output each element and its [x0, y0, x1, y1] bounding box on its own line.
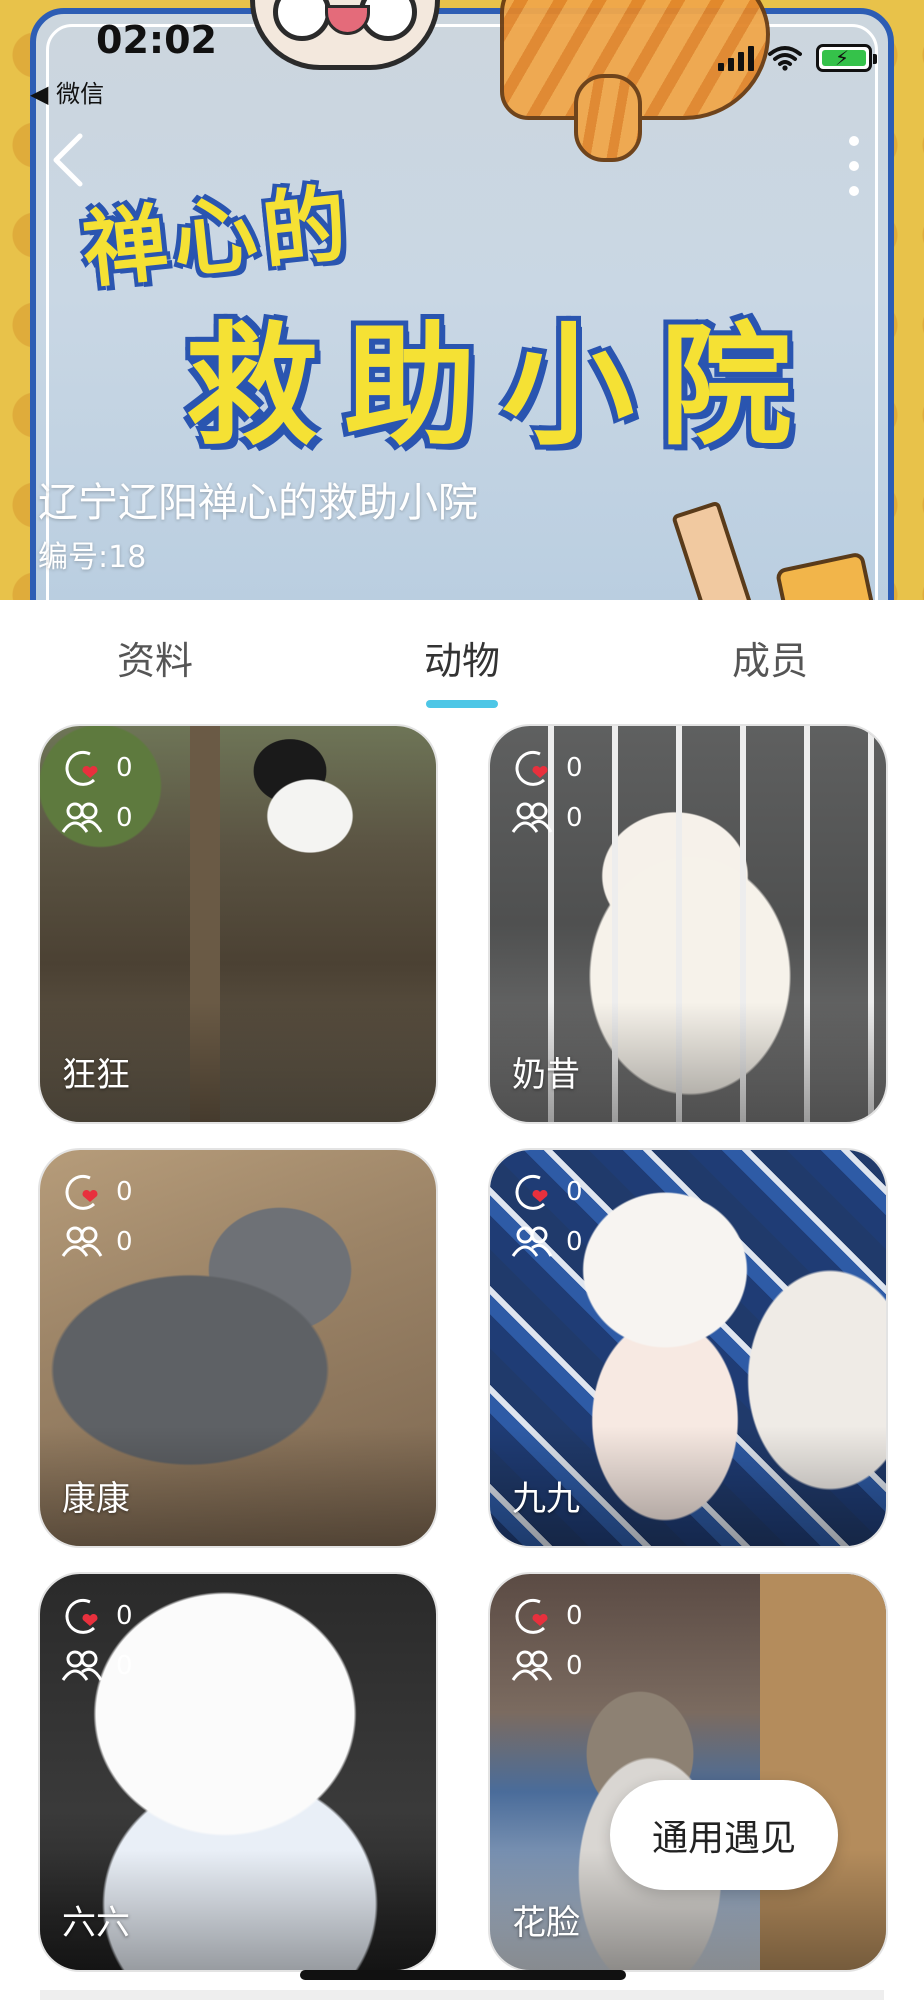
like-count: 0 — [116, 1601, 133, 1631]
like-count: 0 — [116, 1177, 133, 1207]
follower-count: 0 — [566, 1227, 583, 1257]
animal-card[interactable]: 0 0 奶昔 — [490, 726, 886, 1122]
follower-count: 0 — [566, 1651, 583, 1681]
animal-card[interactable]: 0 0 花脸 — [490, 1574, 886, 1970]
follower-stat: 0 — [510, 798, 583, 838]
return-app-label: 微信 — [56, 80, 105, 108]
animal-card[interactable]: 0 0 六六 — [40, 1574, 436, 1970]
animal-name: 奶昔 — [512, 1055, 580, 1095]
shelter-name: 辽宁辽阳禅心的救助小院 — [38, 480, 478, 526]
follower-stat: 0 — [60, 798, 133, 838]
animal-name: 康康 — [62, 1479, 130, 1519]
shelter-code: 编号:18 — [38, 540, 147, 575]
tab-bar: 资料 动物 成员 — [0, 600, 924, 710]
like-count: 0 — [116, 753, 133, 783]
like-stat: 0 — [60, 748, 133, 788]
like-heart-icon — [65, 1174, 98, 1210]
people-icon — [511, 1650, 553, 1681]
animal-name: 九九 — [512, 1479, 580, 1519]
back-arrow-icon[interactable] — [48, 130, 88, 190]
like-stat: 0 — [510, 1172, 583, 1212]
like-heart-icon — [515, 1174, 548, 1210]
animal-card[interactable]: 0 0 康康 — [40, 1150, 436, 1546]
banner-title-big: 救助小院 — [186, 310, 818, 464]
people-icon — [61, 1650, 103, 1681]
like-count: 0 — [566, 1601, 583, 1631]
animal-card[interactable]: 0 0 狂狂 — [40, 726, 436, 1122]
animal-name: 花脸 — [512, 1903, 580, 1943]
people-icon — [61, 1226, 103, 1257]
next-row-peek — [40, 1990, 884, 2000]
like-stat: 0 — [510, 1596, 583, 1636]
people-icon — [511, 1226, 553, 1257]
like-heart-icon — [65, 750, 98, 786]
tab-members[interactable]: 成员 — [690, 630, 850, 685]
signal-icon — [718, 45, 754, 71]
status-time: 02:02 — [96, 18, 217, 62]
people-icon — [61, 802, 103, 833]
like-stat: 0 — [510, 748, 583, 788]
people-icon — [511, 802, 553, 833]
cartoon-mouth — [325, 5, 370, 35]
active-tab-indicator — [426, 700, 498, 708]
tab-animals[interactable]: 动物 — [382, 630, 542, 685]
tab-profile[interactable]: 资料 — [75, 630, 235, 685]
like-stat: 0 — [60, 1172, 133, 1212]
like-count: 0 — [566, 1177, 583, 1207]
follower-count: 0 — [116, 1651, 133, 1681]
follower-stat: 0 — [60, 1646, 133, 1686]
like-count: 0 — [566, 753, 583, 783]
follower-count: 0 — [116, 1227, 133, 1257]
home-indicator[interactable] — [300, 1970, 626, 1980]
like-heart-icon — [515, 750, 548, 786]
like-heart-icon — [515, 1598, 548, 1634]
follower-stat: 0 — [60, 1222, 133, 1262]
encounter-button[interactable]: 通用遇见 — [610, 1780, 838, 1890]
animal-card[interactable]: 0 0 九九 — [490, 1150, 886, 1546]
animal-name: 六六 — [62, 1903, 130, 1943]
battery-charging-icon: ⚡ — [816, 44, 877, 72]
status-icons: ⚡ — [718, 44, 877, 72]
cartoon-eye — [273, 0, 331, 41]
follower-count: 0 — [116, 803, 133, 833]
follower-count: 0 — [566, 803, 583, 833]
like-stat: 0 — [60, 1596, 133, 1636]
like-heart-icon — [65, 1598, 98, 1634]
shelter-header: 禅心的 救助小院 02:02 ◀ 微信 ⚡ 辽宁辽阳禅心的救助小院 编号:18 — [0, 0, 924, 600]
animal-name: 狂狂 — [62, 1055, 130, 1095]
wifi-icon — [768, 46, 802, 71]
return-to-app-link[interactable]: ◀ 微信 — [30, 74, 104, 109]
follower-stat: 0 — [510, 1222, 583, 1262]
more-vertical-icon[interactable] — [844, 136, 864, 196]
follower-stat: 0 — [510, 1646, 583, 1686]
